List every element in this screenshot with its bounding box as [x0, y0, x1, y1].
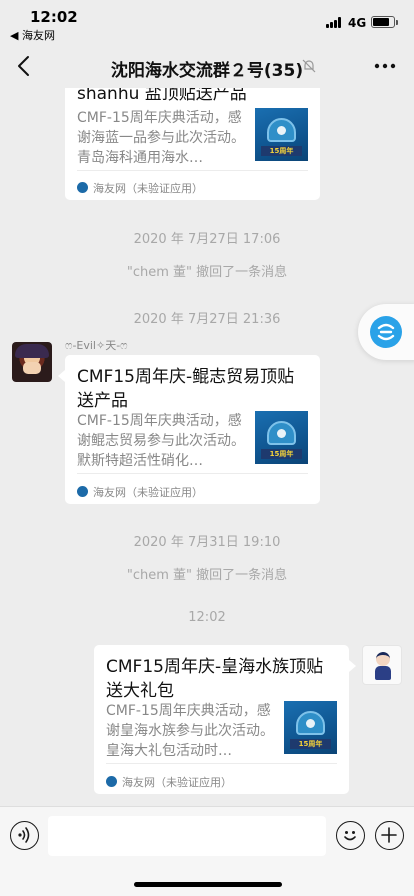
card-title: shanhu 盐顶贴送产品: [77, 88, 247, 104]
plus-icon[interactable]: [375, 821, 404, 850]
link-card[interactable]: shanhu 盐顶贴送产品 CMF-15周年庆典活动，感谢海蓝一品参与此次活动。…: [65, 88, 320, 200]
network-type: 4G: [348, 16, 367, 30]
card-source-label: 海友网（未验证应用）: [93, 182, 203, 195]
message-list[interactable]: shanhu 盐顶贴送产品 CMF-15周年庆典活动，感谢海蓝一品参与此次活动。…: [0, 88, 414, 806]
card-thumbnail: 15周年: [284, 701, 337, 754]
card-title: CMF15周年庆-鲲志贸易顶贴送产品: [77, 367, 295, 411]
recall-notice: "chem 董" 撤回了一条消息: [126, 265, 288, 280]
card-source: 海友网（未验证应用）: [106, 774, 232, 790]
recall-notice: "chem 董" 撤回了一条消息: [126, 568, 288, 583]
floating-window-button[interactable]: [358, 304, 414, 360]
card-description: CMF-15周年庆典活动，感谢鲲志贸易参与此次活动。默斯特超活性硝化…: [77, 413, 245, 469]
timestamp: 12:02: [188, 610, 226, 625]
timestamp: 2020 年 7月27日 21:36: [133, 312, 281, 327]
card-source-label: 海友网（未验证应用）: [93, 486, 203, 499]
sender-nickname: ෆ-Evil✧天-ෆ: [65, 339, 128, 352]
emoji-icon[interactable]: [336, 821, 365, 850]
timestamp: 2020 年 7月27日 17:06: [133, 232, 281, 247]
status-time: 12:02: [30, 8, 78, 26]
card-source: 海友网（未验证应用）: [77, 484, 203, 500]
card-source-label: 海友网（未验证应用）: [122, 776, 232, 789]
home-indicator[interactable]: [134, 882, 282, 887]
app-logo-icon: [77, 182, 88, 193]
card-thumbnail: 15周年: [255, 411, 308, 464]
message-input[interactable]: [48, 816, 326, 856]
back-to-app-link[interactable]: ◀ 海友网: [10, 27, 55, 43]
ellipsis-icon[interactable]: [374, 63, 396, 69]
app-logo-icon: [77, 486, 88, 497]
avatar[interactable]: [12, 342, 52, 382]
avatar[interactable]: [362, 645, 402, 685]
chat-header: 沈阳海水交流群２号(35): [0, 44, 414, 88]
voice-icon[interactable]: [10, 821, 39, 850]
status-bar: 12:02 ◀ 海友网 4G: [0, 0, 414, 44]
link-card[interactable]: CMF15周年庆-鲲志贸易顶贴送产品 CMF-15周年庆典活动，感谢鲲志贸易参与…: [65, 355, 320, 504]
card-description: CMF-15周年庆典活动，感谢海蓝一品参与此次活动。青岛海科通用海水…: [77, 110, 245, 166]
card-thumbnail: 15周年: [255, 108, 308, 161]
chat-title: 沈阳海水交流群２号(35): [110, 61, 304, 81]
battery-icon: [371, 16, 398, 28]
timestamp: 2020 年 7月31日 19:10: [133, 535, 281, 550]
card-title: CMF15周年庆-皇海水族顶贴送大礼包: [106, 657, 324, 701]
link-card[interactable]: CMF15周年庆-皇海水族顶贴送大礼包 CMF-15周年庆典活动，感谢皇海水族参…: [94, 645, 349, 794]
floating-app-icon: [370, 316, 402, 348]
card-source: 海友网（未验证应用）: [77, 180, 203, 196]
card-description: CMF-15周年庆典活动，感谢皇海水族参与此次活动。皇海大礼包活动时…: [106, 703, 274, 759]
app-logo-icon: [106, 776, 117, 787]
bell-off-icon: [302, 59, 316, 73]
signal-icon: [326, 17, 343, 28]
